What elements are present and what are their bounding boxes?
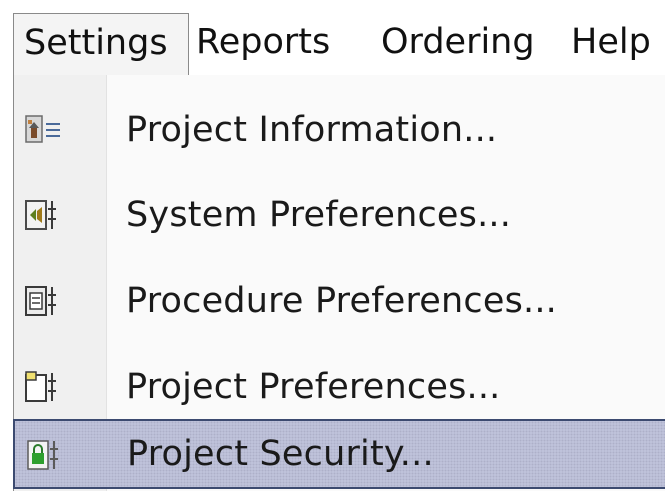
project-security-icon [26, 437, 66, 473]
menu-bar: Settings Reports Ordering Help [0, 0, 665, 76]
menu-reports[interactable]: Reports [196, 13, 330, 73]
menu-item-label: Project Security... [127, 434, 434, 474]
menu-item-project-preferences[interactable]: Project Preferences... [14, 349, 665, 425]
menu-item-label: System Preferences... [126, 195, 512, 235]
application-window: Settings Reports Ordering Help Project I… [0, 0, 665, 491]
menu-item-project-information[interactable]: Project Information... [14, 92, 665, 168]
menu-item-procedure-preferences[interactable]: Procedure Preferences... [14, 263, 665, 339]
procedure-preferences-icon [24, 283, 64, 319]
menu-item-label: Procedure Preferences... [126, 281, 558, 321]
menu-item-system-preferences[interactable]: System Preferences... [14, 177, 665, 253]
project-preferences-icon [24, 369, 64, 405]
system-preferences-icon [24, 197, 64, 233]
project-information-icon [24, 112, 64, 148]
settings-dropdown-menu: Project Information... System Preference… [13, 75, 665, 491]
menu-settings[interactable]: Settings [13, 13, 189, 76]
menu-item-label: Project Preferences... [126, 367, 501, 407]
menu-help[interactable]: Help [571, 13, 651, 73]
menu-ordering[interactable]: Ordering [381, 13, 535, 73]
menu-item-project-security[interactable]: Project Security... [13, 419, 665, 489]
menu-item-label: Project Information... [126, 110, 498, 150]
